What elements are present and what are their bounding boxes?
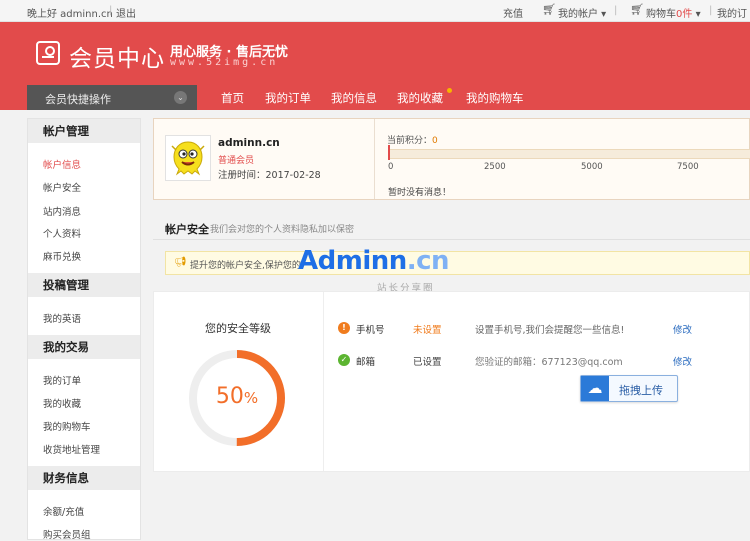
chevron-down-icon: ⌄	[174, 91, 187, 104]
watermark-brand: Adminn	[298, 246, 407, 276]
phone-description: 设置手机号,我们会提醒您一些信息!	[475, 325, 625, 336]
email-status: 已设置	[413, 357, 442, 368]
points-progress-bar	[388, 149, 750, 159]
security-level-card: 您的安全等级 50%	[154, 292, 324, 471]
sidebar-item-profile[interactable]: 个人资料	[43, 226, 81, 240]
email-label: 邮箱	[356, 357, 376, 368]
member-level: 普通会员	[218, 156, 255, 166]
level-percent-sign: %	[243, 389, 259, 407]
sidebar-item-account-info[interactable]: 帐户信息	[43, 157, 81, 171]
user-badge-icon	[36, 41, 60, 65]
cart-link[interactable]: 购物车0件 ▾	[646, 5, 701, 20]
sidebar-item-my-orders[interactable]: 我的订单	[43, 373, 81, 387]
upload-button-label: 拖拽上传	[619, 384, 663, 397]
quick-actions-dropdown[interactable]: 会员快捷操作 ⌄	[27, 85, 197, 110]
megaphone-icon: 📢︎	[174, 257, 187, 268]
nav-my-orders[interactable]: 我的订单	[265, 90, 311, 106]
sidebar-item-my-english[interactable]: 我的英语	[43, 311, 81, 325]
section-header: 帐户安全 我们会对您的个人资料隐私加以保密	[153, 214, 750, 240]
sidebar-item-balance-recharge[interactable]: 余额/充值	[43, 504, 84, 518]
progress-tick: 2500	[484, 162, 506, 172]
watermark-logo: Adminn.cn	[298, 246, 450, 276]
sidebar: 帐户管理 帐户信息 帐户安全 站内消息 个人资料 麻币兑换 投稿管理 我的英语 …	[27, 118, 141, 541]
watermark-domain: .cn	[406, 246, 450, 276]
greeting-text: 晚上好 adminn.cn	[27, 9, 113, 20]
monster-avatar-icon	[171, 141, 205, 176]
sidebar-group-title: 投稿管理	[28, 273, 140, 297]
nav-home[interactable]: 首页	[221, 90, 244, 106]
points-progress-marker	[388, 145, 390, 160]
divider: |	[709, 5, 713, 16]
logout-link[interactable]: 退出	[116, 5, 136, 20]
phone-modify-link[interactable]: 修改	[673, 322, 692, 336]
divider	[374, 119, 375, 199]
sidebar-item-coin-exchange[interactable]: 麻币兑换	[43, 249, 81, 263]
nav-my-favorites[interactable]: 我的收藏	[397, 90, 443, 106]
cart-icon: 🛒︎	[542, 3, 556, 16]
progress-tick: 7500	[677, 162, 699, 172]
security-warning-banner: 📢︎ 提升您的帐户安全,保护您的	[165, 251, 750, 275]
cart-caret: ▾	[695, 9, 701, 20]
divider: |	[109, 5, 113, 16]
register-date: 注册时间：2017-02-28	[218, 170, 321, 181]
nav-my-cart[interactable]: 我的购物车	[466, 90, 524, 106]
top-bar: 晚上好 adminn.cn | 退出 充值 🛒︎ 我的帐户 ▾ | 🛒︎ 购物车…	[0, 0, 750, 22]
phone-label: 手机号	[356, 325, 385, 336]
security-level-value: 50%	[187, 384, 287, 409]
level-number: 50	[215, 384, 244, 409]
site-url: www.52img.cn	[170, 57, 279, 68]
cloud-upload-icon: ☁	[581, 376, 609, 401]
site-title: 会员中心	[69, 46, 165, 72]
security-level-title: 您的安全等级	[205, 322, 271, 335]
no-messages-text: 暂时没有消息！	[388, 188, 452, 198]
divider: |	[614, 5, 618, 16]
recharge-link[interactable]: 充值	[503, 5, 523, 20]
avatar[interactable]	[165, 135, 211, 181]
phone-status: 未设置	[413, 325, 442, 336]
points-value: 0	[432, 136, 438, 146]
profile-card: adminn.cn 普通会员 注册时间：2017-02-28 当前积分：0 0 …	[153, 118, 750, 200]
notification-dot	[447, 88, 452, 93]
warning-icon: !	[338, 322, 350, 334]
sidebar-item-address-management[interactable]: 收货地址管理	[43, 442, 100, 456]
sidebar-item-messages[interactable]: 站内消息	[43, 204, 81, 218]
section-title: 帐户安全	[165, 223, 209, 236]
sidebar-item-account-security[interactable]: 帐户安全	[43, 180, 81, 194]
email-description: 您验证的邮箱：677123@qq.com	[475, 357, 623, 368]
security-panel: 您的安全等级 50% ! 手机号 未设置 设置手机号,我们会提醒您一些信息! 修…	[153, 291, 750, 472]
sidebar-group-title: 财务信息	[28, 466, 140, 490]
progress-tick: 0	[388, 162, 394, 172]
sidebar-item-my-cart[interactable]: 我的购物车	[43, 419, 91, 433]
email-modify-link[interactable]: 修改	[673, 354, 692, 368]
section-subtitle: 我们会对您的个人资料隐私加以保密	[210, 225, 355, 235]
nav-my-info[interactable]: 我的信息	[331, 90, 377, 106]
cart-label: 购物车	[646, 9, 676, 20]
check-icon: ✓	[338, 354, 350, 366]
username: adminn.cn	[218, 137, 280, 149]
quick-actions-label: 会员快捷操作	[45, 93, 111, 106]
my-orders-link[interactable]: 我的订	[717, 5, 747, 20]
sidebar-group-title: 帐户管理	[28, 119, 140, 143]
my-account-link[interactable]: 我的帐户 ▾	[558, 5, 606, 20]
progress-tick: 5000	[581, 162, 603, 172]
cart-icon: 🛒︎	[630, 3, 644, 16]
warning-text: 提升您的帐户安全,保护您的	[190, 261, 301, 271]
sidebar-item-buy-membership[interactable]: 购买会员组	[43, 527, 91, 541]
drag-upload-button[interactable]: ☁ 拖拽上传	[580, 375, 678, 402]
header-banner: 会员中心 用心服务 · 售后无忧 www.52img.cn 会员快捷操作 ⌄ 首…	[0, 22, 750, 110]
points-label: 当前积分：0	[387, 133, 438, 146]
sidebar-item-my-favorites[interactable]: 我的收藏	[43, 396, 81, 410]
sidebar-group-title: 我的交易	[28, 335, 140, 359]
points-label-text: 当前积分：	[387, 136, 433, 146]
cart-count: 0件	[676, 9, 693, 20]
